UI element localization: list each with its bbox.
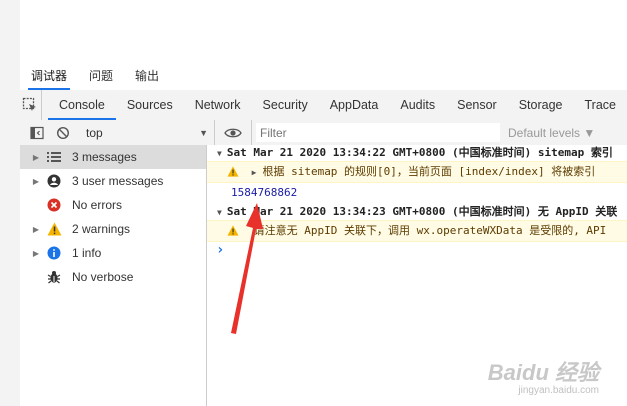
sidebar-item-label: No verbose bbox=[72, 270, 134, 284]
tab-audits[interactable]: Audits bbox=[389, 90, 446, 120]
console-warning-row[interactable]: 请注意无 AppID 关联下，调用 wx.operateWXData 是受限的,… bbox=[207, 220, 627, 242]
caret-right-icon[interactable]: ▶ bbox=[28, 153, 44, 162]
sidebar-item-warnings[interactable]: ▶ 2 warnings bbox=[20, 217, 206, 241]
chevron-down-icon: ▼ bbox=[199, 127, 208, 138]
sidebar-item-messages[interactable]: ▶ 3 messages bbox=[20, 145, 206, 169]
warning-message: 根据 sitemap 的规则[0]，当前页面 [index/index] 将被索… bbox=[262, 165, 596, 178]
devtools-tab-bar: Console Sources Network Security AppData… bbox=[20, 90, 627, 121]
sidebar-item-label: No errors bbox=[72, 198, 123, 212]
sidebar-item-label: 2 warnings bbox=[72, 222, 131, 236]
info-icon bbox=[44, 245, 64, 261]
sidebar-item-label: 3 user messages bbox=[72, 174, 164, 188]
tab-trace[interactable]: Trace bbox=[574, 90, 627, 120]
bug-icon bbox=[44, 269, 64, 285]
tab-sources[interactable]: Sources bbox=[116, 90, 184, 120]
sidebar-item-label: 1 info bbox=[72, 246, 102, 260]
live-expression-eye-icon[interactable] bbox=[215, 120, 252, 145]
execution-context-select[interactable]: top ▼ bbox=[80, 120, 215, 145]
log-levels-dropdown[interactable]: Default levels ▼ bbox=[508, 126, 595, 140]
warning-message: 请注意无 AppID 关联下，调用 wx.operateWXData 是受限的,… bbox=[253, 224, 607, 237]
tab-network[interactable]: Network bbox=[184, 90, 252, 120]
sidebar-item-user-messages[interactable]: ▶ 3 user messages bbox=[20, 169, 206, 193]
sidebar-item-verbose[interactable]: No verbose bbox=[20, 265, 206, 289]
context-value: top bbox=[86, 125, 103, 140]
sidebar-item-errors[interactable]: No errors bbox=[20, 193, 206, 217]
panel-tab-bar: 调试器 问题 输出 bbox=[20, 58, 627, 91]
triangle-down-icon: ▼ bbox=[217, 149, 222, 158]
sidebar-toggle-icon[interactable] bbox=[26, 120, 48, 145]
triangle-down-icon: ▼ bbox=[217, 208, 222, 217]
tab-storage[interactable]: Storage bbox=[508, 90, 574, 120]
caret-right-icon[interactable]: ▶ bbox=[28, 225, 44, 234]
console-sidebar: ▶ 3 messages ▶ 3 user messages No errors… bbox=[20, 145, 207, 406]
console-filter-bar: top ▼ Default levels ▼ bbox=[20, 120, 627, 146]
tab-console[interactable]: Console bbox=[47, 90, 116, 120]
inspect-element-icon[interactable] bbox=[20, 90, 42, 120]
tab-issues[interactable]: 问题 bbox=[78, 67, 124, 90]
simulator-area bbox=[20, 0, 627, 59]
caret-right-icon[interactable]: ▶ bbox=[28, 249, 44, 258]
expand-arrow-icon[interactable]: ▶ bbox=[252, 168, 257, 177]
watermark: Baidu 经验 jingyan.baidu.com bbox=[488, 355, 599, 396]
caret-right-icon[interactable]: ▶ bbox=[28, 177, 44, 186]
sidebar-item-info[interactable]: ▶ 1 info bbox=[20, 241, 206, 265]
sidebar-item-label: 3 messages bbox=[72, 150, 137, 164]
console-warning-row[interactable]: ▶ 根据 sitemap 的规则[0]，当前页面 [index/index] 将被… bbox=[207, 161, 627, 183]
user-icon bbox=[44, 173, 64, 189]
tab-debugger[interactable]: 调试器 bbox=[20, 67, 78, 90]
tab-appdata[interactable]: AppData bbox=[319, 90, 390, 120]
warning-icon bbox=[227, 223, 239, 243]
tab-sensor[interactable]: Sensor bbox=[446, 90, 508, 120]
console-log-value: 1584768862 bbox=[231, 186, 298, 199]
clear-console-icon[interactable] bbox=[52, 120, 74, 145]
tab-security[interactable]: Security bbox=[252, 90, 319, 120]
filter-input[interactable] bbox=[256, 123, 500, 142]
warning-icon bbox=[227, 164, 239, 184]
console-group-header[interactable]: ▼ Sat Mar 21 2020 13:34:22 GMT+0800 (中国标准… bbox=[207, 145, 627, 160]
warning-icon bbox=[44, 221, 64, 237]
error-icon bbox=[44, 197, 64, 213]
tab-output[interactable]: 输出 bbox=[124, 67, 170, 90]
console-prompt[interactable]: › bbox=[207, 241, 627, 259]
watermark-logo: Baidu 经验 bbox=[487, 360, 599, 385]
console-group-header[interactable]: ▼ Sat Mar 21 2020 13:34:23 GMT+0800 (中国标准… bbox=[207, 204, 627, 219]
list-icon bbox=[44, 149, 64, 165]
left-gutter bbox=[0, 0, 20, 406]
